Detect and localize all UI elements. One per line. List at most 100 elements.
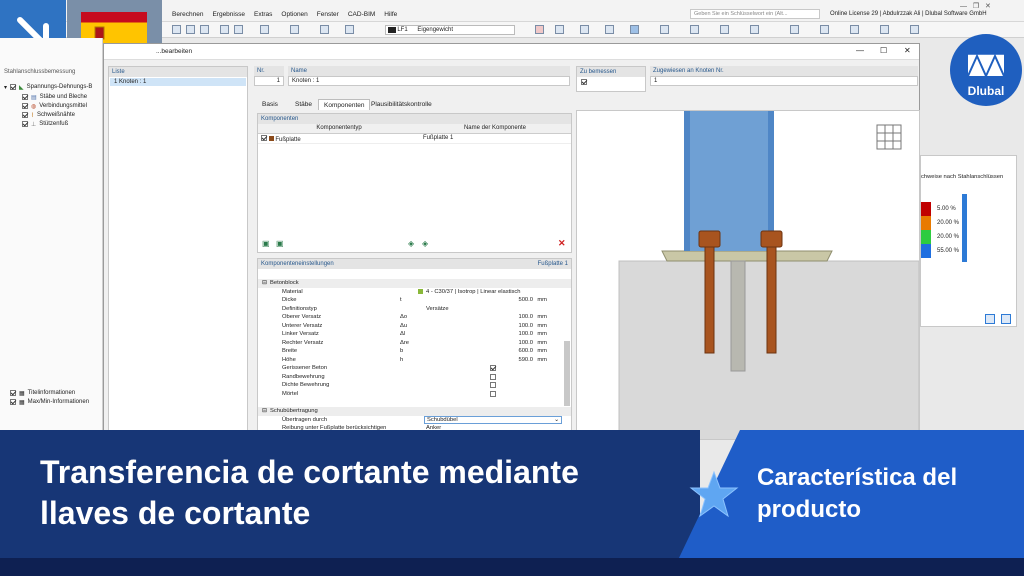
nr-field[interactable]: 1 [254,76,284,86]
nav-item[interactable]: ⊥ Stützenfuß [22,120,68,128]
nav-item[interactable]: ◍ Verbindungsmittel [22,102,87,110]
nav-checkbox[interactable] [10,390,16,396]
copy-component-icon[interactable]: ▣ [276,239,284,248]
menu-fenster[interactable]: Fenster [317,11,339,18]
setting-row[interactable]: Material 4 - C30/37 | Isotrop | Linear el… [258,288,571,297]
toolbar-icon[interactable] [290,25,299,34]
setting-num: 100.0 [518,314,533,320]
setting-checkbox[interactable] [490,382,496,388]
menu-optionen[interactable]: Optionen [281,11,307,18]
toolbar-icon[interactable] [555,25,564,34]
toolbar-icon[interactable] [580,25,589,34]
menu-extras[interactable]: Extras [254,11,272,18]
3d-view[interactable] [576,110,920,440]
menu-hilfe[interactable]: Hilfe [384,11,397,18]
tab-basis[interactable]: Basis [257,99,283,110]
toolbar-icon[interactable] [790,25,799,34]
table-row[interactable]: Fußplatte Fußplatte 1 [258,134,571,144]
name-label: Name [288,66,570,76]
legend-value: 20.00 % [937,234,960,240]
logo-text: Dlubal [967,84,1005,98]
setting-checkbox[interactable] [490,365,496,371]
fasteners-icon: ◍ [31,103,37,110]
toolbar-icon[interactable] [345,25,354,34]
setting-row[interactable]: Höhe h 590.0 mm [258,356,571,365]
export-icon[interactable]: ◈ [422,239,428,248]
toolbar-icon[interactable] [535,25,544,34]
list-item[interactable]: 1 Knoten : 1 [110,78,246,86]
setting-checkbox[interactable] [490,390,496,397]
to-design-checkbox[interactable] [581,79,641,87]
assigned-field[interactable]: 1 [650,76,918,86]
toolbar-icon[interactable] [660,25,669,34]
toolbar-icon[interactable] [750,25,759,34]
menu-cad-bim[interactable]: CAD-BIM [348,11,375,18]
toolbar-icon[interactable] [234,25,243,34]
menu-ergebnisse[interactable]: Ergebnisse [212,11,245,18]
tab-components[interactable]: Komponenten [318,99,371,110]
toolbar-icon[interactable] [720,25,729,34]
setting-row[interactable]: Mörtel [258,390,571,399]
menu-berechnen[interactable]: Berechnen [172,11,203,18]
setting-row[interactable]: Breite b 600.0 mm [258,347,571,356]
name-field[interactable]: Knoten : 1 [288,76,570,86]
nav-checkbox[interactable] [22,103,28,109]
toolbar-icon[interactable] [172,25,181,34]
nav-item[interactable]: ▦ Titelinformationen [10,389,75,397]
setting-row[interactable]: Definitionstyp Versätze [258,305,571,314]
setting-row[interactable]: Dichte Bewehrung [258,381,571,390]
setting-row[interactable]: Unterer Versatz Δu 100.0 mm [258,322,571,331]
window-controls[interactable]: — ❐ ✕ [960,2,991,10]
setting-row[interactable]: Oberer Versatz Δo 100.0 mm [258,313,571,322]
setting-row[interactable]: Übertragen durch Schubdübel ⌄ [258,415,571,425]
group-shear-transfer[interactable]: ⊟ Schubübertragung [258,407,571,416]
tab-members[interactable]: Stäbe [290,99,317,110]
toolbar-icon[interactable] [880,25,889,34]
toolbar-icon[interactable] [820,25,829,34]
toolbar-icon[interactable] [630,25,639,34]
toolbar-icon[interactable] [220,25,229,34]
setting-row[interactable]: Randbewehrung [258,373,571,382]
nav-item[interactable]: ▦ Max/Min-Informationen [10,398,89,406]
toolbar-icon[interactable] [320,25,329,34]
nav-checkbox[interactable] [22,94,28,100]
toolbar-icon[interactable] [260,25,269,34]
nav-item[interactable]: ▾ ◣ Spannungs-Dehnungs-B [4,83,92,91]
toolbar-icon[interactable] [200,25,209,34]
close-icon[interactable]: ✕ [904,46,911,55]
legend-slider[interactable] [962,194,967,262]
comp-name-cell: Fußplatte 1 [423,135,454,141]
setting-row[interactable]: Rechter Versatz Δre 100.0 mm [258,339,571,348]
load-case-select[interactable]: LF1 Eigengewicht [385,25,515,35]
toolbar-icon[interactable] [690,25,699,34]
tab-plausibility[interactable]: Plausibilitätskontrolle [366,99,437,110]
delete-icon[interactable]: ✕ [558,238,566,249]
setting-checkbox[interactable] [490,373,496,380]
setting-row[interactable]: Gerissener Beton [258,364,571,373]
legend-display-icon[interactable] [1001,314,1011,324]
shear-transfer-select[interactable]: Schubdübel ⌄ [424,415,562,424]
toolbar-icon[interactable] [910,25,919,34]
legend-settings-icon[interactable] [985,314,995,324]
nav-checkbox[interactable] [10,399,16,405]
toolbar-icon[interactable] [850,25,859,34]
nav-checkbox[interactable] [22,112,28,118]
nav-item[interactable]: ▤ Stäbe und Bleche [22,93,87,101]
minimize-icon[interactable]: — [856,46,864,55]
setting-row[interactable]: Linker Versatz Δl 100.0 mm [258,330,571,339]
import-icon[interactable]: ◈ [408,239,414,248]
nav-checkbox[interactable] [10,84,17,90]
toolbar-icon[interactable] [605,25,614,34]
nav-checkbox[interactable] [22,121,28,127]
setting-unit: mm [537,314,547,320]
legend-value: 20.00 % [937,220,960,226]
search-input[interactable]: Geben Sie ein Schlüsselwort ein (Alt... [690,9,820,19]
setting-row[interactable]: Dicke t 500.0 mm [258,296,571,305]
add-component-icon[interactable]: ▣ [262,239,270,248]
comp-checkbox[interactable] [261,135,267,141]
nav-item[interactable]: ⌇ Schweißnähte [22,111,75,119]
toolbar-icon[interactable] [186,25,195,34]
maximize-icon[interactable]: ☐ [880,46,887,55]
setting-unit: mm [537,356,547,363]
group-concrete-block[interactable]: ⊟ Betonblock [258,279,571,288]
